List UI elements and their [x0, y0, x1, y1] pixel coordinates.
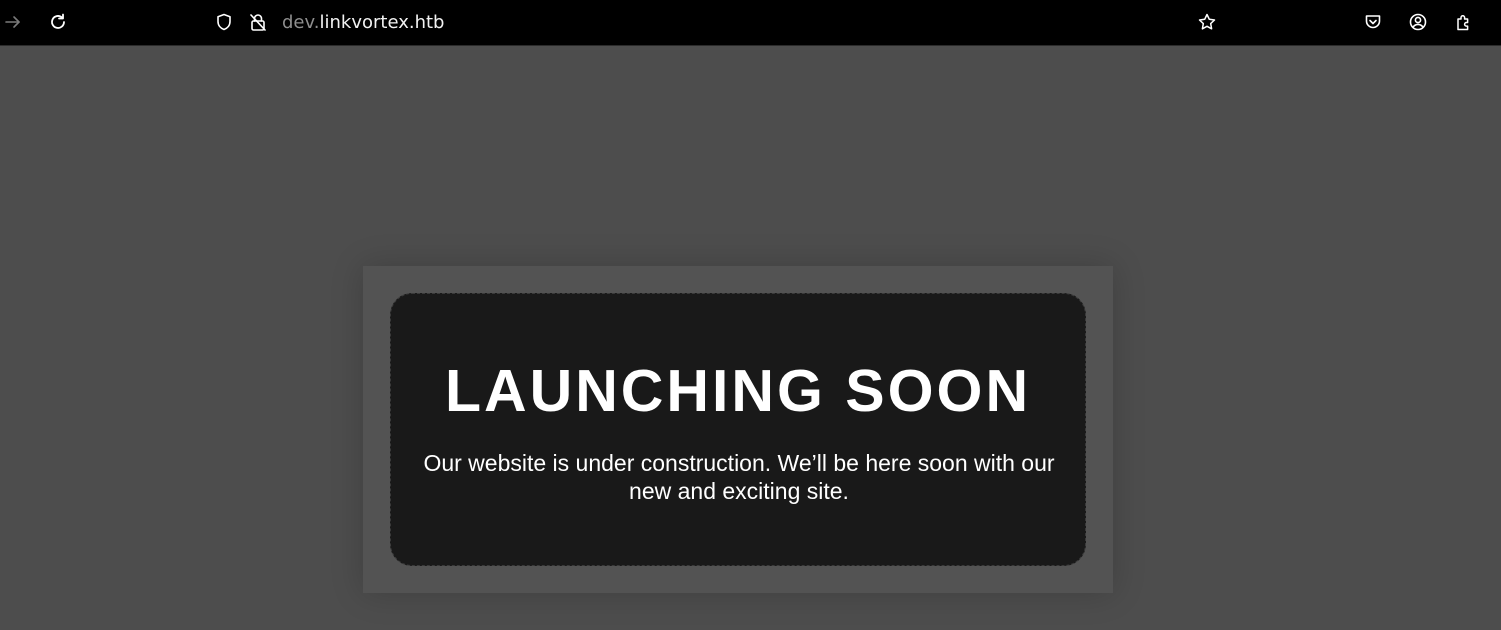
- account-icon[interactable]: [1407, 11, 1429, 33]
- star-icon[interactable]: [1196, 11, 1218, 33]
- browser-toolbar: dev.linkvortex.htb: [0, 0, 1501, 46]
- url-subdomain: dev.: [282, 12, 320, 33]
- shield-icon[interactable]: [213, 11, 235, 33]
- address-bar-url[interactable]: dev.linkvortex.htb: [282, 11, 444, 35]
- extensions-icon[interactable]: [1453, 11, 1475, 33]
- pocket-icon[interactable]: [1362, 11, 1384, 33]
- page-viewport: LAUNCHING SOON Our website is under cons…: [0, 47, 1501, 630]
- page-tagline: Our website is under construction. We’ll…: [423, 450, 1055, 504]
- url-host: linkvortex.htb: [319, 12, 445, 33]
- launch-card: LAUNCHING SOON Our website is under cons…: [390, 293, 1086, 566]
- lock-icon[interactable]: [247, 11, 269, 33]
- page-title: LAUNCHING SOON: [444, 358, 1032, 424]
- launch-card-frame: LAUNCHING SOON Our website is under cons…: [363, 266, 1113, 593]
- reload-icon[interactable]: [47, 11, 69, 33]
- forward-arrow-icon[interactable]: [2, 11, 24, 33]
